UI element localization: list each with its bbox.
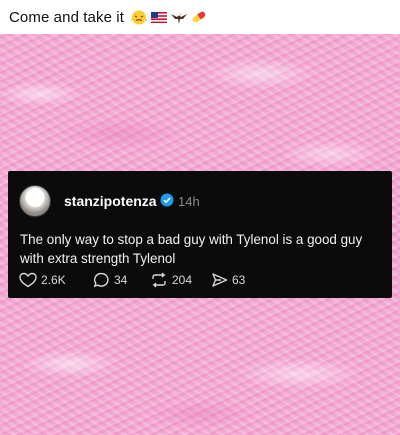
us-flag-icon — [151, 12, 167, 23]
caption-emojis — [130, 9, 208, 25]
eagle-icon — [171, 12, 187, 24]
caption-bar: Come and take it — [0, 0, 400, 34]
send-icon — [212, 273, 228, 287]
caption-text: Come and take it — [9, 8, 124, 26]
repost-count: 204 — [172, 273, 193, 287]
repost-button[interactable]: 204 — [150, 272, 192, 288]
verified-badge-icon — [160, 193, 174, 207]
comment-count: 34 — [114, 273, 128, 287]
like-count: 2.6K — [41, 273, 66, 287]
post-card[interactable]: stanzipotenza 14h The only way to stop a… — [8, 171, 392, 298]
comment-button[interactable]: 34 — [93, 272, 127, 288]
like-button[interactable]: 2.6K — [19, 272, 66, 288]
comment-icon — [93, 272, 109, 288]
share-button[interactable]: 63 — [211, 272, 245, 288]
post-username[interactable]: stanzipotenza — [64, 193, 157, 209]
avatar[interactable] — [19, 185, 51, 217]
heart-icon — [19, 272, 37, 288]
steaming-face-icon — [130, 10, 148, 25]
repost-icon — [152, 272, 166, 288]
pill-icon — [192, 11, 206, 23]
share-count: 63 — [232, 273, 246, 287]
post-timestamp: 14h — [178, 194, 200, 209]
post-text: The only way to stop a bad guy with Tyle… — [20, 232, 363, 266]
